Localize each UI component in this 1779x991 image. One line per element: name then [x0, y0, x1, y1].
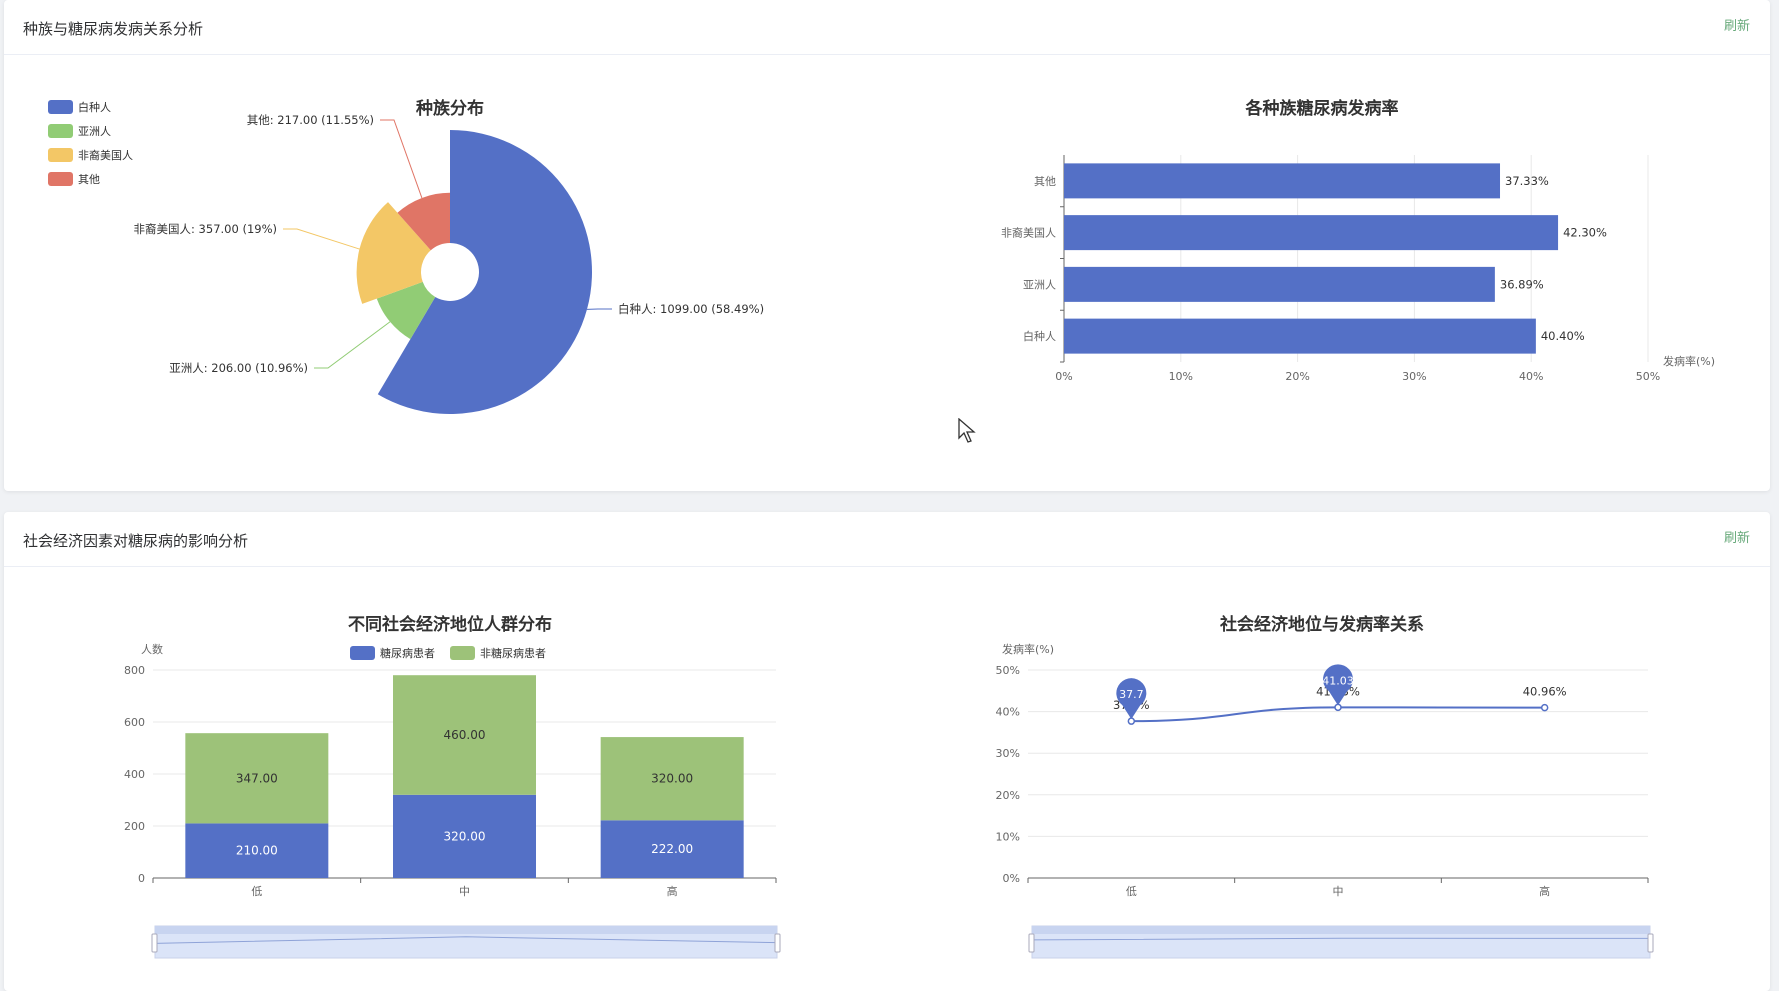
data-point	[1540, 703, 1549, 712]
y-tick-label: 600	[124, 716, 145, 729]
pie-data-label: 白种人: 1099.00 (58.49%)	[618, 302, 764, 316]
y-axis-label: 人数	[141, 643, 163, 656]
x-tick-label: 50%	[1636, 370, 1660, 383]
bar-data-label: 320.00	[444, 829, 486, 843]
x-tick-label: 0%	[1055, 370, 1072, 383]
legend-label: 非裔美国人	[78, 148, 133, 162]
legend-swatch	[48, 100, 73, 114]
data-point	[1127, 717, 1136, 725]
bar-data-label: 320.00	[651, 772, 693, 786]
chart-title: 不同社会经济地位人群分布	[348, 614, 552, 635]
pie-data-label: 亚洲人: 206.00 (10.96%)	[169, 361, 308, 375]
y-tick-label: 200	[124, 820, 145, 833]
x-tick-label: 高	[1539, 884, 1550, 898]
data-zoom-handle-right	[1647, 933, 1654, 953]
x-tick-label: 低	[251, 885, 262, 898]
x-tick-label: 中	[1333, 885, 1344, 898]
y-tick-label: 0%	[1003, 872, 1020, 885]
legend-label: 非糖尿病患者	[480, 646, 546, 660]
y-tick-label: 非裔美国人	[1001, 226, 1056, 240]
legend-swatch	[350, 646, 375, 660]
y-tick-label: 亚洲人	[1023, 278, 1056, 291]
x-tick-label: 低	[1126, 885, 1137, 898]
x-tick-label: 中	[459, 885, 470, 898]
legend-label: 糖尿病患者	[380, 646, 435, 660]
ses-incidence-chart: 社会经济地位与发病率关系发病率(%) 0% 10% 20% 30% 40% 50% 低 中 高 37…	[996, 614, 1654, 959]
y-tick-label: 400	[124, 768, 145, 781]
chart-title: 社会经济地位与发病率关系	[1219, 614, 1424, 635]
x-tick-label: 10%	[1169, 370, 1193, 383]
pie-label-line	[380, 119, 423, 199]
data-zoom-handle-left	[1028, 933, 1035, 953]
pie-label-line	[283, 228, 360, 250]
legend-label: 其他	[78, 173, 100, 186]
y-tick-label: 0	[138, 872, 145, 885]
mark-point-label: 37.7	[1119, 688, 1144, 701]
y-tick-label: 白种人	[1023, 329, 1056, 343]
legend-swatch	[48, 124, 73, 138]
bar-data-label: 42.30%	[1563, 226, 1607, 240]
legend-swatch	[450, 646, 475, 660]
bar-data-label: 347.00	[236, 771, 278, 785]
legend-label: 白种人	[78, 100, 111, 114]
bar-data-label: 36.89%	[1500, 277, 1544, 291]
data-zoom-bar	[1032, 926, 1650, 934]
data-zoom-handle-right	[774, 933, 781, 953]
y-tick-label: 10%	[996, 830, 1020, 843]
pie-data-label: 其他: 217.00 (11.55%)	[247, 113, 374, 127]
mark-point-label: 41.03	[1322, 674, 1354, 687]
x-tick-label: 20%	[1285, 370, 1309, 383]
y-tick-label: 40%	[996, 706, 1020, 719]
x-tick-label: 40%	[1519, 370, 1543, 383]
data-point	[1334, 703, 1342, 712]
chart-title: 种族分布	[415, 98, 484, 119]
y-tick-label: 30%	[996, 747, 1020, 760]
bar-data-label: 222.00	[651, 842, 693, 856]
legend-swatch	[48, 148, 73, 162]
legend-label: 亚洲人	[78, 125, 111, 138]
race-incidence-chart: 各种族糖尿病发病率 0% 10% 20% 30% 40% 50%发病率(%) 白种人 40.40…	[1001, 98, 1715, 383]
bar	[1064, 318, 1536, 354]
y-tick-label: 20%	[996, 789, 1020, 802]
y-tick-label: 50%	[996, 664, 1020, 677]
data-zoom-handle-left	[151, 933, 158, 953]
point-data-label: 40.96%	[1523, 685, 1567, 699]
data-zoom-bar	[155, 926, 777, 934]
charts-canvas: 种族分布白种人: 1099.00 (58.49%) 亚洲人: 206.00 (10…	[48, 98, 1715, 959]
mouse-cursor-icon	[958, 417, 976, 448]
chart-title: 各种族糖尿病发病率	[1245, 98, 1399, 119]
legend-swatch	[48, 172, 73, 186]
bar	[1064, 266, 1495, 302]
y-tick-label: 800	[124, 664, 145, 677]
x-tick-label: 30%	[1402, 370, 1426, 383]
bar-data-label: 210.00	[236, 844, 278, 858]
x-tick-label: 高	[667, 884, 678, 898]
y-tick-label: 其他	[1034, 175, 1056, 188]
race-distribution-chart: 种族分布白种人: 1099.00 (58.49%) 亚洲人: 206.00 (10…	[48, 98, 764, 414]
bar-data-label: 40.40%	[1541, 329, 1585, 343]
bar-data-label: 37.33%	[1505, 174, 1549, 188]
y-axis-label: 发病率(%)	[1002, 642, 1054, 656]
bar	[1064, 215, 1559, 251]
x-axis-label: 发病率(%)	[1663, 354, 1715, 368]
bar	[1064, 163, 1501, 199]
pie-data-label: 非裔美国人: 357.00 (19%)	[134, 222, 277, 236]
pie-label-line	[314, 321, 391, 369]
bar-data-label: 460.00	[444, 728, 486, 742]
ses-distribution-chart: 不同社会经济地位人群分布人数 糖尿病患者 非糖尿病患者 0 200 400 600 800 21…	[124, 614, 781, 959]
